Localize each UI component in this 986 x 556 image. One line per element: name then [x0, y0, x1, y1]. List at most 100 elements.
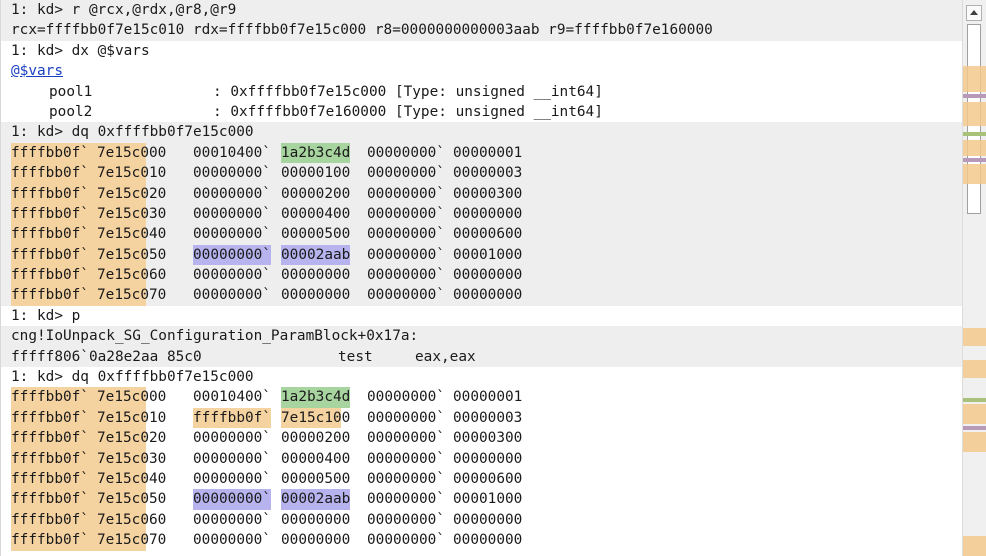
address-high: ffffbb0f` [11, 246, 89, 263]
qword-1-high: 00000000` [193, 226, 271, 243]
scroll-marker [963, 140, 986, 156]
memory-dump-2: ffffbb0f` 7e15c000 00010400` 1a2b3c4d 000000… [1, 387, 963, 551]
qword-2-high: 00000000` [367, 287, 445, 304]
qword-2-low: 00000000 [453, 450, 523, 467]
memory-row: ffffbb0f` 7e15c050 00000000` 00002aab 000000… [1, 489, 963, 510]
qword-2-low: 00000300 [453, 430, 523, 447]
qword-1-high: 00000000` [193, 165, 271, 182]
var-row-pool2: pool2 : 0xffffbb0f7e160000 [Type: unsigne… [1, 101, 963, 123]
vertical-scrollbar[interactable] [962, 0, 986, 556]
memory-row: ffffbb0f` 7e15c020 00000000` 00000200 000000… [1, 183, 963, 204]
address-high: ffffbb0f` [11, 226, 89, 243]
memory-row: ffffbb0f` 7e15c030 00000000` 00000400 000000… [1, 203, 963, 225]
address-low: 7e15c010 [97, 165, 167, 182]
qword-1-low: 00000500 [281, 470, 351, 487]
address-high: ffffbb0f` [11, 267, 89, 284]
address-low: 7e15c070 [97, 287, 167, 304]
qword-1-low: 7e15c100 [281, 407, 351, 429]
qword-2-high: 00000000` [367, 511, 445, 528]
disassembly-line: fffff806`0a28e2aa 85c0 test eax,eax [1, 346, 963, 368]
scroll-marker [963, 432, 986, 452]
qword-2-low: 00000000 [453, 267, 523, 284]
qword-1-low: 00000000 [281, 532, 351, 549]
memory-row: ffffbb0f` 7e15c040 00000000` 00000500 000000… [1, 468, 963, 490]
qword-1-high: 00000000` [193, 470, 271, 487]
dml-link-line: @$vars [1, 61, 963, 82]
qword-1-high: 00010400` [193, 144, 271, 161]
memory-row: ffffbb0f` 7e15c060 00000000` 00000000 000000… [1, 265, 963, 286]
chevron-up-icon[interactable] [966, 5, 982, 21]
qword-1-high: 00000000` [193, 489, 271, 510]
command-line: 1: kd> dq 0xffffbb0f7e15c000 [1, 367, 963, 388]
qword-2-low: 00000001 [453, 144, 523, 161]
memory-row: ffffbb0f` 7e15c070 00000000` 00000000 000000… [1, 530, 963, 551]
address-high: ffffbb0f` [11, 389, 89, 406]
address-high: ffffbb0f` [11, 409, 89, 426]
memory-row: ffffbb0f` 7e15c000 00010400` 1a2b3c4d 000000… [1, 387, 963, 408]
scroll-marker [963, 158, 986, 162]
disasm-address: fffff806`0a28e2aa 85c0 [11, 348, 202, 365]
scroll-marker [963, 132, 986, 136]
address-high: ffffbb0f` [11, 205, 89, 222]
qword-1-low: 00000200 [281, 430, 351, 447]
qword-2-high: 00000000` [367, 226, 445, 243]
qword-1-low: 00000000 [281, 267, 351, 284]
scroll-marker [963, 94, 986, 98]
qword-1-high: 00000000` [193, 450, 271, 467]
command-line: 1: kd> p [1, 305, 963, 327]
qword-1-low: 00000500 [281, 226, 351, 243]
var-row-pool1: pool1: 0xffffbb0f7e15c000 [Type: unsigne… [1, 81, 963, 102]
address-high: ffffbb0f` [11, 430, 89, 447]
qword-1-high: 00000000` [193, 532, 271, 549]
address-low: 7e15c000 [97, 144, 167, 161]
qword-1-low: 00000000 [281, 287, 351, 304]
qword-2-low: 00000600 [453, 470, 523, 487]
var-value: : 0xffffbb0f7e15c000 [Type: unsigned __i… [213, 83, 603, 100]
var-name: pool2 [49, 103, 93, 120]
qword-2-high: 00000000` [367, 246, 445, 263]
var-value: : 0xffffbb0f7e160000 [Type: unsigned __i… [213, 103, 603, 120]
qword-2-high: 00000000` [367, 409, 445, 426]
address-low: 7e15c070 [97, 532, 167, 549]
address-low: 7e15c030 [97, 450, 167, 467]
qword-2-high: 00000000` [367, 267, 445, 284]
qword-1-low: 00000200 [281, 185, 351, 202]
scroll-marker [963, 164, 986, 184]
address-low: 7e15c040 [97, 226, 167, 243]
address-high: ffffbb0f` [11, 144, 89, 161]
qword-2-high: 00000000` [367, 144, 445, 161]
qword-1-low: 00000100 [281, 165, 351, 182]
qword-2-high: 00000000` [367, 430, 445, 447]
qword-1-low: 00002aab [281, 244, 351, 266]
qword-2-low: 00000000 [453, 532, 523, 549]
memory-row: ffffbb0f` 7e15c010 ffffbb0f` 7e15c100 000000… [1, 407, 963, 429]
qword-1-high: 00000000` [193, 287, 271, 304]
memory-row: ffffbb0f` 7e15c030 00000000` 00000400 000000… [1, 448, 963, 469]
qword-1-high: 00000000` [193, 511, 271, 528]
qword-2-low: 00001000 [453, 491, 523, 508]
address-high: ffffbb0f` [11, 185, 89, 202]
scroll-marker [963, 328, 986, 346]
address-low: 7e15c020 [97, 430, 167, 447]
qword-1-high: 00000000` [193, 185, 271, 202]
vars-link[interactable]: @$vars [11, 63, 63, 79]
address-low: 7e15c060 [97, 511, 167, 528]
memory-row: ffffbb0f` 7e15c020 00000000` 00000200 000000… [1, 428, 963, 449]
qword-2-high: 00000000` [367, 389, 445, 406]
scroll-marker [963, 102, 986, 126]
qword-2-low: 00000003 [453, 165, 523, 182]
memory-dump-1: ffffbb0f` 7e15c000 00010400` 1a2b3c4d 000000… [1, 142, 963, 306]
qword-1-low: 1a2b3c4d [281, 387, 351, 408]
scroll-marker [963, 404, 986, 424]
qword-2-low: 00000300 [453, 185, 523, 202]
qword-2-high: 00000000` [367, 491, 445, 508]
address-low: 7e15c050 [97, 491, 167, 508]
disasm-operands: eax,eax [415, 348, 476, 365]
memory-row: ffffbb0f` 7e15c010 00000000` 00000100 000000… [1, 163, 963, 184]
qword-1-low: 00000000 [281, 511, 351, 528]
address-low: 7e15c020 [97, 185, 167, 202]
debugger-command-output[interactable]: 1: kd> r @rcx,@rdx,@r8,@r9 rcx=ffffbb0f7… [0, 0, 963, 556]
address-low: 7e15c010 [97, 409, 167, 426]
qword-1-low: 00002aab [281, 489, 351, 510]
qword-2-low: 00000000 [453, 511, 523, 528]
